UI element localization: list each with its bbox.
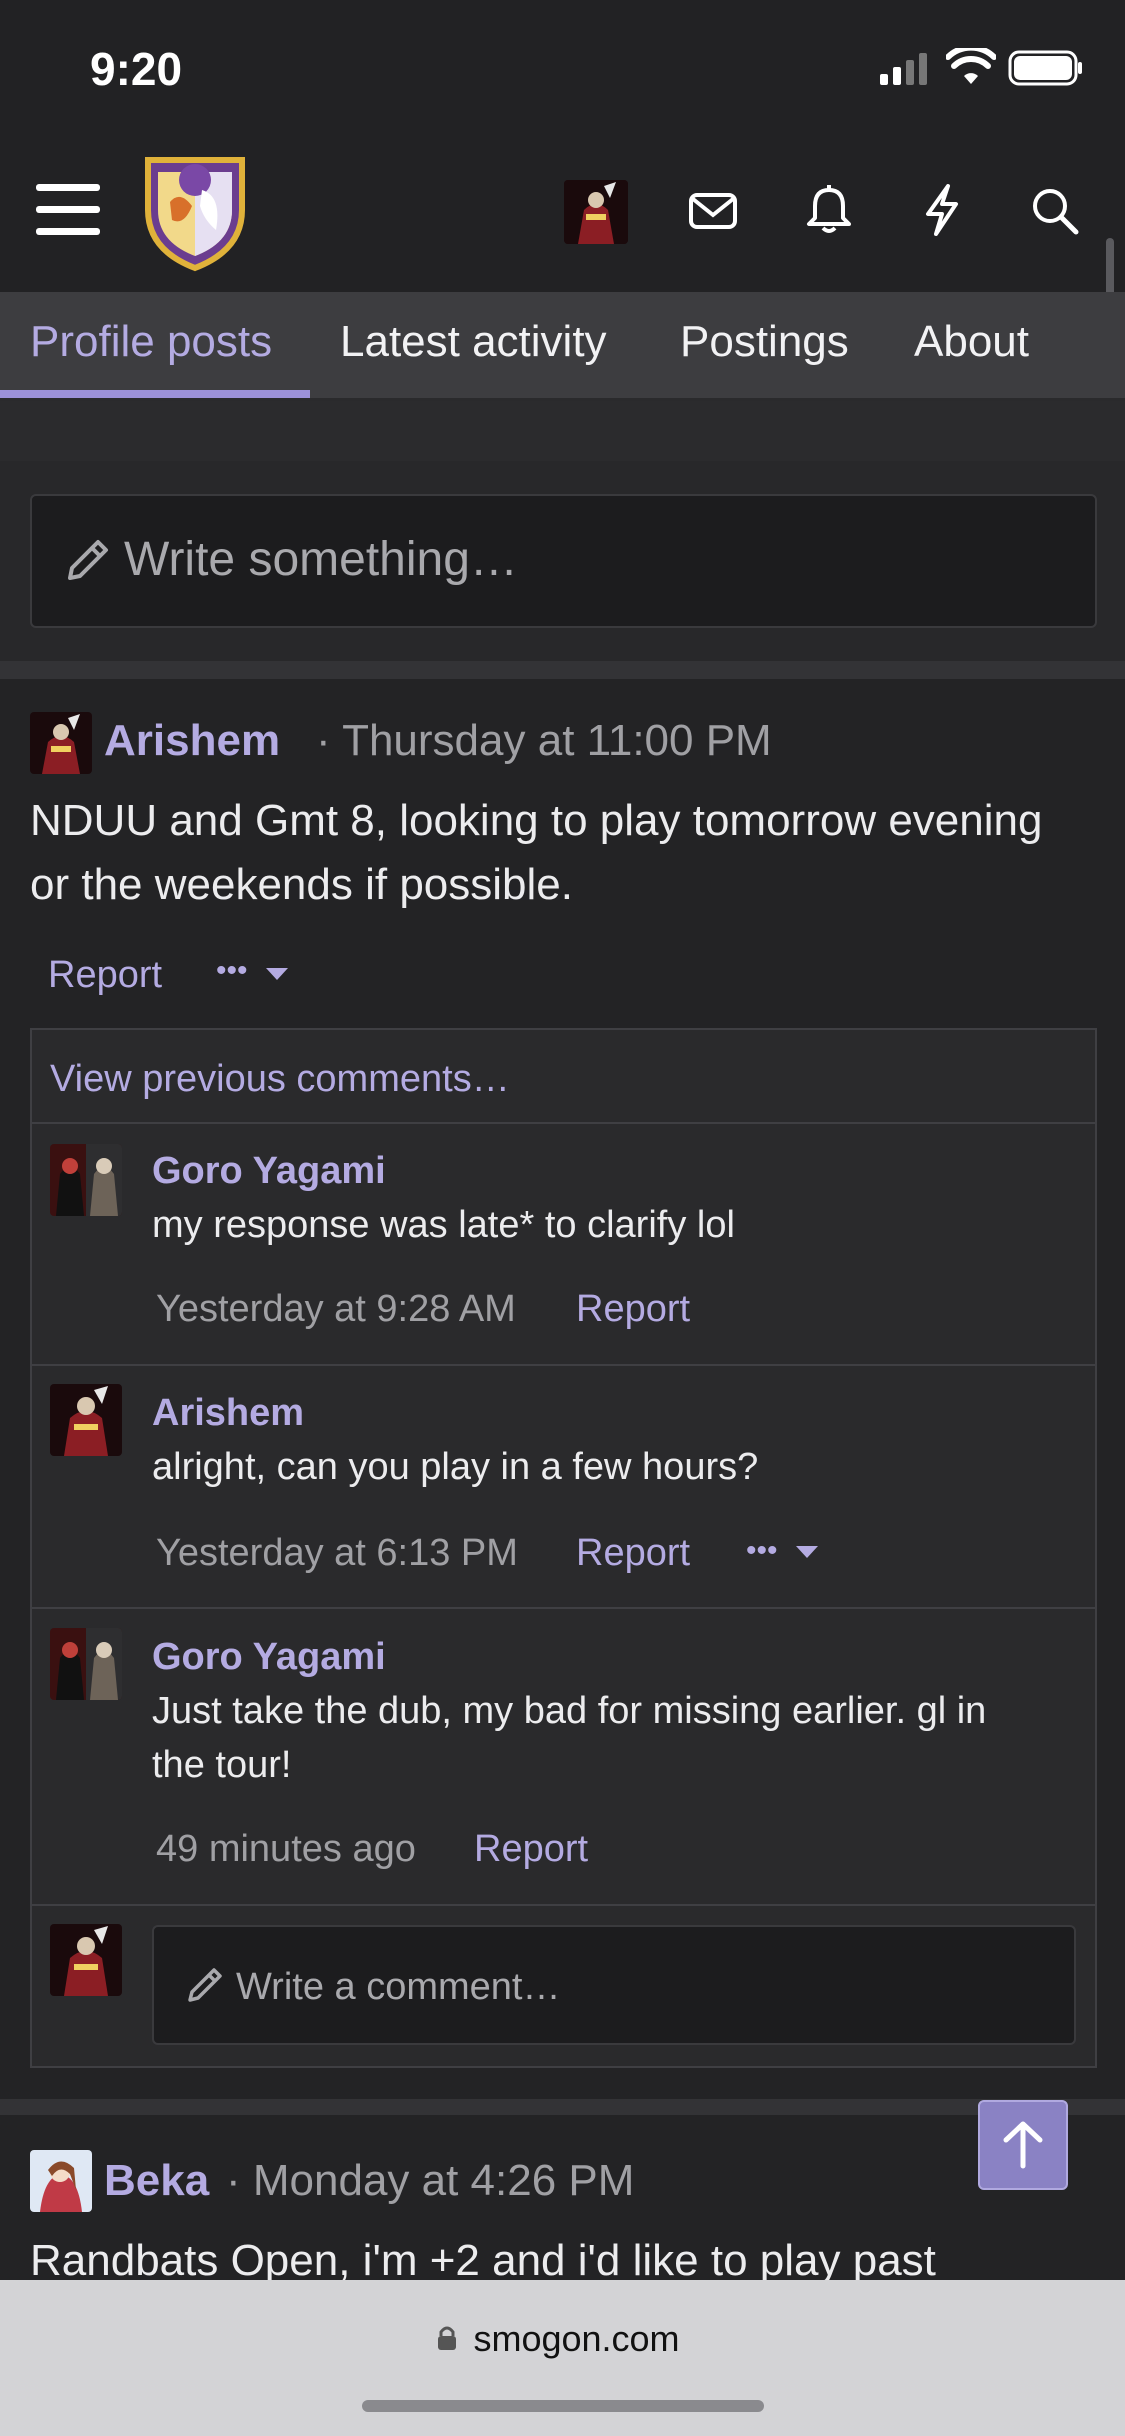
profile-tabs: Profile posts Latest activity Postings A…: [0, 292, 1125, 401]
wifi-icon: [946, 48, 996, 86]
more-options-button[interactable]: •••: [746, 1534, 778, 1568]
report-link[interactable]: Report: [48, 954, 162, 997]
avatar[interactable]: [50, 1384, 122, 1456]
comment-time[interactable]: Yesterday at 9:28 AM: [156, 1288, 516, 1331]
more-options-button[interactable]: •••: [216, 954, 248, 988]
comment-text: my response was late* to clarify lol: [152, 1204, 735, 1246]
report-link[interactable]: Report: [576, 1288, 690, 1331]
avatar[interactable]: [50, 1144, 122, 1216]
comment-time[interactable]: Yesterday at 6:13 PM: [156, 1532, 518, 1575]
tab-about[interactable]: About: [914, 292, 1029, 398]
divider: [32, 1122, 1095, 1124]
post-separator: [0, 2099, 1125, 2115]
arrow-up-icon: [1003, 2121, 1043, 2169]
battery-icon: [1008, 50, 1084, 86]
url-domain: smogon.com: [473, 2318, 680, 2359]
comment-text: alright, can you play in a few hours?: [152, 1446, 759, 1488]
status-time: 9:20: [90, 43, 183, 95]
tab-postings[interactable]: Postings: [680, 292, 849, 398]
post-text-line-1: Randbats Open, i'm +2 and i'd like to pl…: [30, 2236, 936, 2285]
tab-latest-activity[interactable]: Latest activity: [340, 292, 607, 398]
scroll-to-top-button[interactable]: [978, 2100, 1068, 2190]
section-spacer: [0, 401, 1125, 461]
write-comment-placeholder: Write a comment…: [236, 1966, 561, 2008]
inbox-icon[interactable]: [688, 188, 738, 234]
pencil-icon: [184, 1964, 226, 2006]
caret-down-icon: [794, 1544, 820, 1560]
write-something-placeholder: Write something…: [124, 533, 518, 586]
divider: [32, 1904, 1095, 1906]
post-author[interactable]: Beka: [104, 2156, 209, 2206]
site-logo[interactable]: [140, 150, 250, 272]
post-text-line-1: NDUU and Gmt 8, looking to play tomorrow…: [30, 796, 1043, 845]
home-indicator[interactable]: [362, 2400, 764, 2412]
menu-icon[interactable]: [34, 180, 102, 240]
bell-icon[interactable]: [804, 184, 854, 236]
post-text-line-2: or the weekends if possible.: [30, 860, 573, 909]
user-avatar[interactable]: [564, 180, 628, 244]
post-author[interactable]: Arishem: [104, 716, 280, 766]
bolt-icon[interactable]: [920, 184, 964, 236]
post-time[interactable]: · Thursday at 11:00 PM: [316, 716, 772, 766]
tab-profile-posts[interactable]: Profile posts: [30, 292, 272, 398]
divider: [32, 1364, 1095, 1366]
avatar[interactable]: [30, 712, 92, 774]
avatar[interactable]: [30, 2150, 92, 2212]
avatar: [50, 1924, 122, 1996]
comment-author[interactable]: Goro Yagami: [152, 1636, 386, 1679]
report-link[interactable]: Report: [474, 1828, 588, 1871]
comment-text-line-1: Just take the dub, my bad for missing ea…: [152, 1690, 987, 1732]
view-previous-comments-link[interactable]: View previous comments…: [50, 1058, 510, 1101]
comment-time[interactable]: 49 minutes ago: [156, 1828, 416, 1871]
comment-author[interactable]: Goro Yagami: [152, 1150, 386, 1193]
report-link[interactable]: Report: [576, 1532, 690, 1575]
active-tab-indicator: [0, 390, 310, 398]
caret-down-icon: [264, 966, 290, 982]
avatar[interactable]: [50, 1628, 122, 1700]
search-icon[interactable]: [1030, 186, 1080, 236]
comment-author[interactable]: Arishem: [152, 1392, 304, 1435]
pencil-icon: [62, 536, 112, 586]
post-separator: [0, 661, 1125, 679]
comment-text-line-2: the tour!: [152, 1744, 292, 1786]
post-time[interactable]: · Monday at 4:26 PM: [226, 2156, 634, 2206]
cellular-signal-icon: [878, 52, 930, 86]
divider: [32, 1607, 1095, 1609]
